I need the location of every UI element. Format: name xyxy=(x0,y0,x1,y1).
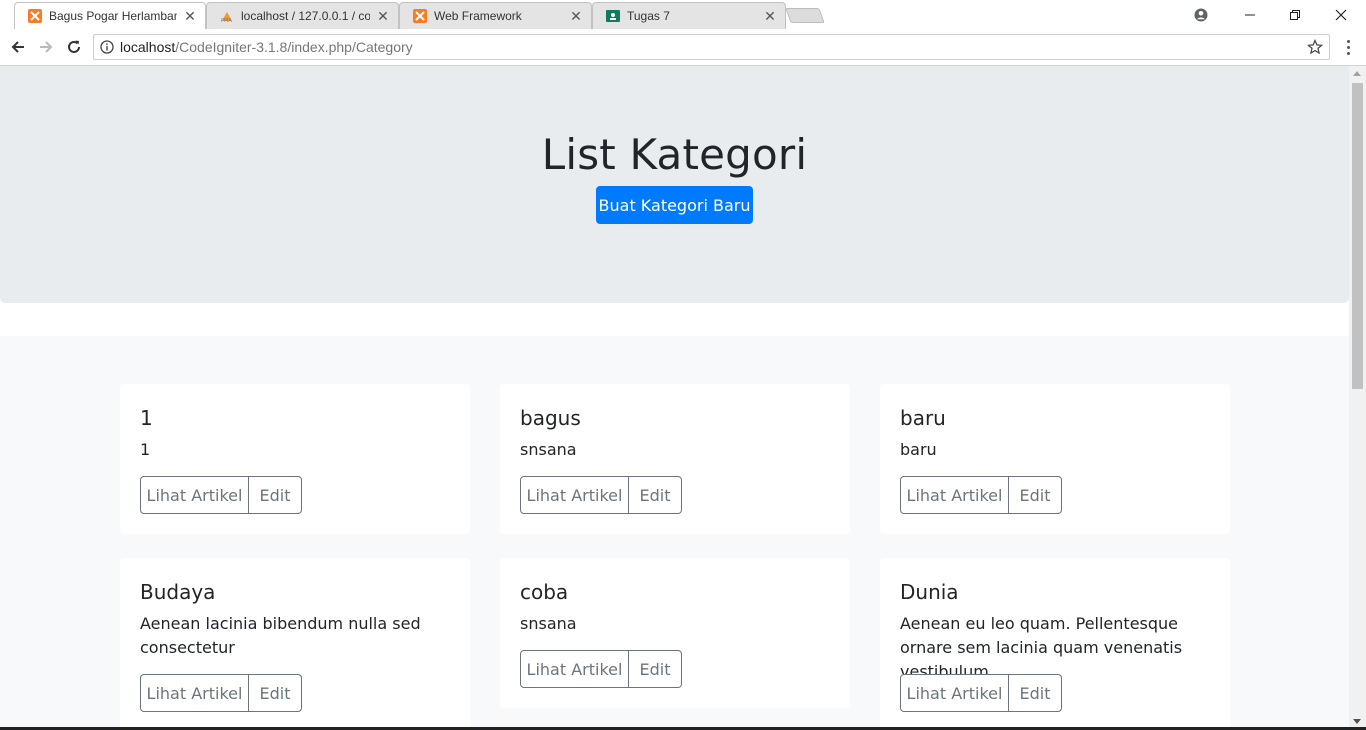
reload-icon[interactable] xyxy=(62,35,86,59)
edit-button[interactable]: Edit xyxy=(249,476,302,514)
category-description: snsana xyxy=(520,614,577,633)
view-articles-button[interactable]: Lihat Artikel xyxy=(140,476,249,514)
edit-button[interactable]: Edit xyxy=(249,674,302,712)
restore-icon[interactable] xyxy=(1272,0,1318,29)
card-button-group: Lihat Artikel Edit xyxy=(520,476,682,514)
vertical-scrollbar[interactable] xyxy=(1349,66,1366,730)
category-card: Dunia Aenean eu leo quam. Pellentesque o… xyxy=(880,558,1230,730)
category-name: coba xyxy=(520,580,569,604)
browser-toolbar: localhost/CodeIgniter-3.1.8/index.php/Ca… xyxy=(0,29,1366,66)
scroll-up-icon[interactable] xyxy=(1353,71,1361,76)
page-title: List Kategori xyxy=(541,130,808,179)
address-bar[interactable]: localhost/CodeIgniter-3.1.8/index.php/Ca… xyxy=(93,34,1330,60)
view-articles-button[interactable]: Lihat Artikel xyxy=(900,674,1009,712)
browser-tab-1[interactable]: Bagus Pogar Herlambang ✕ xyxy=(14,2,206,29)
bookmark-star-icon[interactable] xyxy=(1306,38,1324,55)
profile-icon[interactable] xyxy=(1178,0,1224,29)
back-icon[interactable] xyxy=(6,35,30,59)
category-name: Dunia xyxy=(900,580,959,604)
url-host: localhost xyxy=(120,39,176,55)
browser-tab-title: Bagus Pogar Herlambang xyxy=(49,9,177,23)
url-path: /CodeIgniter-3.1.8/index.php/Category xyxy=(175,39,413,55)
browser-tab-strip: Bagus Pogar Herlambang ✕ PMA localhost /… xyxy=(0,0,1366,29)
close-window-icon[interactable] xyxy=(1318,0,1364,29)
close-icon[interactable]: ✕ xyxy=(183,8,197,24)
category-list: 1 1 Lihat Artikel Edit bagus snsana Liha… xyxy=(0,336,1349,730)
classroom-icon xyxy=(606,9,620,23)
edit-button[interactable]: Edit xyxy=(1009,674,1062,712)
card-button-group: Lihat Artikel Edit xyxy=(140,476,302,514)
browser-tab-title: Tugas 7 xyxy=(627,9,670,23)
view-articles-button[interactable]: Lihat Artikel xyxy=(520,650,629,688)
xampp-icon xyxy=(28,9,42,23)
edit-button[interactable]: Edit xyxy=(1009,476,1062,514)
category-description: Aenean lacinia bibendum nulla sed consec… xyxy=(140,614,421,657)
category-name: baru xyxy=(900,406,946,430)
category-description: 1 xyxy=(140,440,151,459)
close-icon[interactable]: ✕ xyxy=(763,8,777,24)
card-button-group: Lihat Artikel Edit xyxy=(900,674,1062,712)
browser-tab-title: localhost / 127.0.0.1 / coc xyxy=(241,9,370,23)
card-button-group: Lihat Artikel Edit xyxy=(520,650,682,688)
minimize-icon[interactable] xyxy=(1227,0,1273,29)
new-category-button[interactable]: Buat Kategori Baru xyxy=(596,186,753,224)
scrollbar-thumb[interactable] xyxy=(1352,83,1363,389)
category-description: snsana xyxy=(520,440,577,459)
page-viewport: List Kategori Buat Kategori Baru 1 1 Lih… xyxy=(0,66,1366,730)
edit-button[interactable]: Edit xyxy=(629,476,682,514)
category-card: baru baru Lihat Artikel Edit xyxy=(880,384,1230,534)
forward-icon[interactable] xyxy=(34,35,58,59)
edit-button[interactable]: Edit xyxy=(629,650,682,688)
view-articles-button[interactable]: Lihat Artikel xyxy=(520,476,629,514)
card-button-group: Lihat Artikel Edit xyxy=(900,476,1062,514)
category-card: 1 1 Lihat Artikel Edit xyxy=(120,384,470,534)
category-card: bagus snsana Lihat Artikel Edit xyxy=(500,384,850,534)
category-name: Budaya xyxy=(140,580,216,604)
category-name: bagus xyxy=(520,406,581,430)
browser-tab-title: Web Framework xyxy=(434,9,522,23)
category-name: 1 xyxy=(140,406,153,430)
jumbotron: List Kategori Buat Kategori Baru xyxy=(0,66,1349,303)
url-text: localhost/CodeIgniter-3.1.8/index.php/Ca… xyxy=(120,39,413,55)
close-icon[interactable]: ✕ xyxy=(569,8,583,24)
svg-text:PMA: PMA xyxy=(221,18,232,23)
new-tab-button[interactable] xyxy=(785,8,825,23)
browser-tab-2[interactable]: PMA localhost / 127.0.0.1 / coc ✕ xyxy=(206,2,399,29)
view-articles-button[interactable]: Lihat Artikel xyxy=(900,476,1009,514)
card-button-group: Lihat Artikel Edit xyxy=(140,674,302,712)
phpmyadmin-icon: PMA xyxy=(220,9,234,23)
browser-menu-icon[interactable] xyxy=(1341,35,1355,59)
info-icon[interactable] xyxy=(94,40,120,54)
category-card: Budaya Aenean lacinia bibendum nulla sed… xyxy=(120,558,470,730)
category-description: baru xyxy=(900,440,937,459)
xampp-icon xyxy=(413,9,427,23)
scroll-down-icon[interactable] xyxy=(1353,719,1361,724)
view-articles-button[interactable]: Lihat Artikel xyxy=(140,674,249,712)
close-icon[interactable]: ✕ xyxy=(376,8,390,24)
browser-tab-3[interactable]: Web Framework ✕ xyxy=(399,2,592,29)
browser-tab-4[interactable]: Tugas 7 ✕ xyxy=(592,2,786,29)
category-card: coba snsana Lihat Artikel Edit xyxy=(500,558,850,708)
